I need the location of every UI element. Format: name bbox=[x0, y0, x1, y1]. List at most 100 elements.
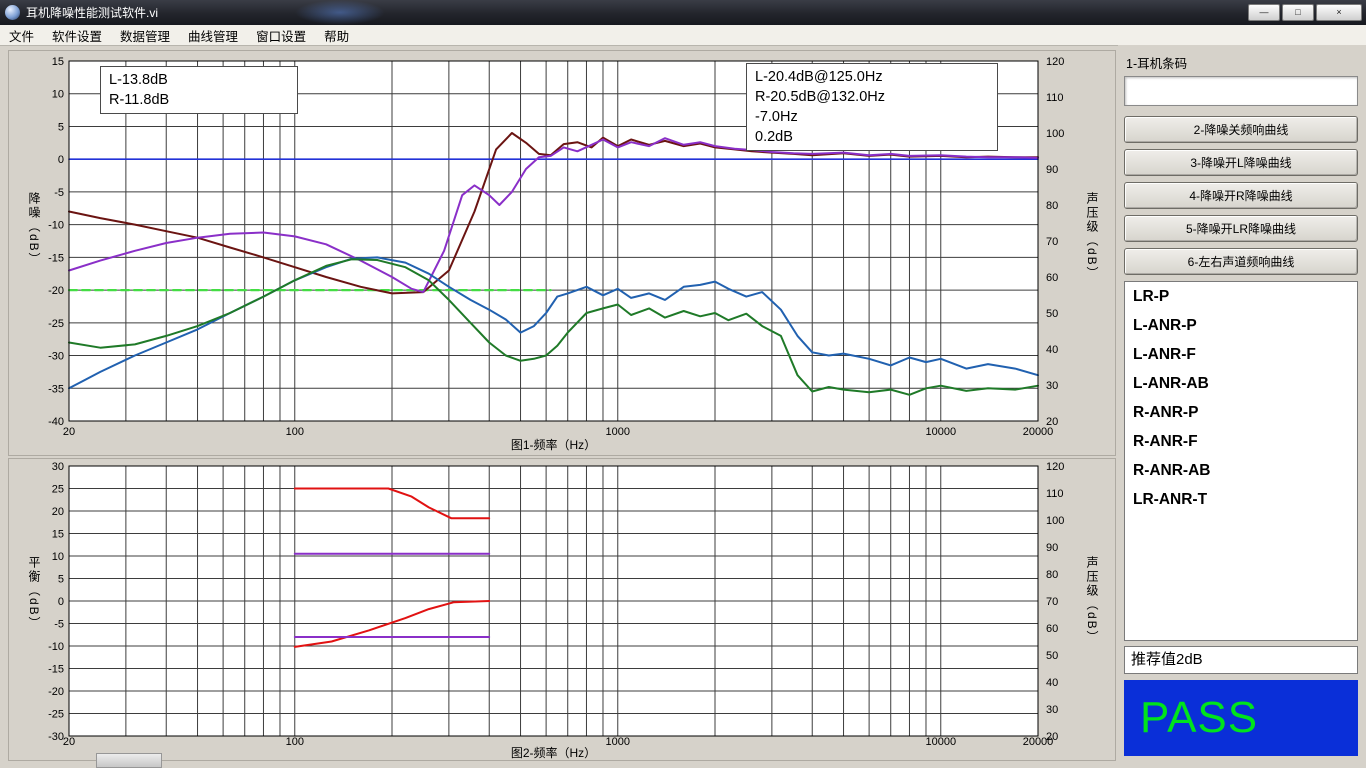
anc-on-left-curve-button[interactable]: 3-降噪开L降噪曲线 bbox=[1124, 149, 1358, 176]
tick-label: 15 bbox=[52, 56, 64, 68]
list-item[interactable]: LR-ANR-T bbox=[1125, 485, 1357, 514]
cursor-readout-line: 0.2dB bbox=[755, 127, 989, 147]
chart2-plot[interactable]: 302520151050-5-10-15-20-25-3012011010090… bbox=[9, 459, 1115, 760]
result-text: PASS bbox=[1140, 693, 1258, 743]
minimize-button[interactable]: — bbox=[1248, 4, 1280, 21]
menu-item-software-settings[interactable]: 软件设置 bbox=[43, 24, 111, 47]
tick-label: -15 bbox=[48, 664, 64, 676]
tick-label: 30 bbox=[1046, 380, 1058, 392]
anc-off-response-curve-button[interactable]: 2-降噪关频响曲线 bbox=[1124, 116, 1358, 143]
menu-item-curve-management[interactable]: 曲线管理 bbox=[179, 24, 247, 47]
cursor-readout-line: L-20.4dB@125.0Hz bbox=[755, 67, 989, 87]
menu-item-file[interactable]: 文件 bbox=[0, 24, 43, 47]
tick-label: 120 bbox=[1046, 461, 1064, 473]
tick-label: 10 bbox=[52, 551, 64, 563]
tick-label: 90 bbox=[1046, 164, 1058, 176]
cursor-readout-line: L-13.8dB bbox=[109, 70, 289, 90]
tick-label: -25 bbox=[48, 709, 64, 721]
tick-label: 10 bbox=[52, 89, 64, 101]
sidebar-buttons: 2-降噪关频响曲线 3-降噪开L降噪曲线 4-降噪开R降噪曲线 5-降噪开LR降噪曲线… bbox=[1124, 116, 1358, 275]
chart2-panel: 302520151050-5-10-15-20-25-3012011010090… bbox=[8, 458, 1116, 761]
tick-label: -10 bbox=[48, 641, 64, 653]
sidebar: 1-耳机条码 2-降噪关频响曲线 3-降噪开L降噪曲线 4-降噪开R降噪曲线 5-降噪… bbox=[1118, 45, 1366, 768]
close-button[interactable]: × bbox=[1316, 4, 1362, 21]
barcode-input[interactable] bbox=[1124, 76, 1358, 106]
tick-label: 50 bbox=[1046, 650, 1058, 662]
tick-label: 80 bbox=[1046, 569, 1058, 581]
lr-channel-response-curve-button[interactable]: 6-左右声道频响曲线 bbox=[1124, 248, 1358, 275]
tick-label: -40 bbox=[48, 416, 64, 428]
chart1-cursor-readout-left: L-13.8dBR-11.8dB bbox=[100, 66, 298, 114]
tick-label: 1000 bbox=[606, 736, 630, 748]
tick-label: -25 bbox=[48, 318, 64, 330]
tick-label: 20000 bbox=[1023, 736, 1054, 748]
tick-label: 120 bbox=[1046, 56, 1064, 68]
tick-label: 0 bbox=[58, 596, 64, 608]
tick-label: -5 bbox=[54, 187, 64, 199]
menu-item-window-settings[interactable]: 窗口设置 bbox=[247, 24, 315, 47]
anc-on-right-curve-button[interactable]: 4-降噪开R降噪曲线 bbox=[1124, 182, 1358, 209]
tick-label: 10000 bbox=[925, 736, 956, 748]
tick-label: 40 bbox=[1046, 344, 1058, 356]
maximize-button[interactable]: □ bbox=[1282, 4, 1314, 21]
taskbar-fragment[interactable] bbox=[96, 753, 162, 768]
list-item[interactable]: L-ANR-P bbox=[1125, 311, 1357, 340]
tick-label: 100 bbox=[286, 736, 304, 748]
tick-label: 20 bbox=[52, 506, 64, 518]
tick-label: 5 bbox=[58, 574, 64, 586]
tick-label: 110 bbox=[1046, 488, 1064, 500]
tick-label: -20 bbox=[48, 285, 64, 297]
tick-label: -30 bbox=[48, 351, 64, 363]
cursor-readout-line: -7.0Hz bbox=[755, 107, 989, 127]
window-title: 耳机降噪性能测试软件.vi bbox=[26, 4, 158, 21]
chart1-cursor-readout-right: L-20.4dB@125.0HzR-20.5dB@132.0Hz-7.0Hz0.… bbox=[746, 63, 998, 151]
tick-label: 60 bbox=[1046, 623, 1058, 635]
tick-label: 100 bbox=[1046, 515, 1064, 527]
tick-label: 100 bbox=[286, 426, 304, 438]
list-item[interactable]: R-ANR-F bbox=[1125, 427, 1357, 456]
curve-list: LR-PL-ANR-PL-ANR-FL-ANR-ABR-ANR-PR-ANR-F… bbox=[1124, 281, 1358, 641]
chart1-yaxis-label-left: 降噪（dB） bbox=[26, 192, 43, 267]
tick-label: 0 bbox=[58, 154, 64, 166]
x-axis-title: 图1-频率（Hz） bbox=[511, 437, 596, 452]
list-item[interactable]: R-ANR-AB bbox=[1125, 456, 1357, 485]
tick-label: 5 bbox=[58, 121, 64, 133]
tick-label: 60 bbox=[1046, 272, 1058, 284]
cursor-readout-line: R-20.5dB@132.0Hz bbox=[755, 87, 989, 107]
list-item[interactable]: L-ANR-AB bbox=[1125, 369, 1357, 398]
tick-label: 30 bbox=[1046, 704, 1058, 716]
window-controls: — □ × bbox=[1248, 4, 1362, 21]
menu-item-data-management[interactable]: 数据管理 bbox=[111, 24, 179, 47]
list-item[interactable]: R-ANR-P bbox=[1125, 398, 1357, 427]
tick-label: -35 bbox=[48, 383, 64, 395]
tick-label: -20 bbox=[48, 686, 64, 698]
menu-bar: 文件软件设置数据管理曲线管理窗口设置帮助 bbox=[0, 25, 1366, 46]
anc-on-lr-curve-button[interactable]: 5-降噪开LR降噪曲线 bbox=[1124, 215, 1358, 242]
result-panel: PASS bbox=[1124, 680, 1358, 756]
tick-label: 40 bbox=[1046, 677, 1058, 689]
tick-label: 100 bbox=[1046, 128, 1064, 140]
chart2-yaxis-label-right: 声压级（dB） bbox=[1084, 556, 1101, 645]
tick-label: 20 bbox=[63, 736, 75, 748]
tick-label: 70 bbox=[1046, 236, 1058, 248]
tick-label: 30 bbox=[52, 461, 64, 473]
chart2-yaxis-label-left: 平衡（dB） bbox=[26, 556, 43, 631]
tick-label: 1000 bbox=[606, 426, 630, 438]
app-window: 耳机降噪性能测试软件.vi — □ × 文件软件设置数据管理曲线管理窗口设置帮助… bbox=[0, 0, 1366, 768]
tick-label: 110 bbox=[1046, 92, 1064, 104]
tick-label: 10000 bbox=[925, 426, 956, 438]
tick-label: -30 bbox=[48, 731, 64, 743]
tick-label: 25 bbox=[52, 484, 64, 496]
menu-item-help[interactable]: 帮助 bbox=[315, 24, 358, 47]
tick-label: -5 bbox=[54, 619, 64, 631]
x-axis-title: 图2-频率（Hz） bbox=[511, 745, 596, 760]
tick-label: 20000 bbox=[1023, 426, 1054, 438]
titlebar[interactable]: 耳机降噪性能测试软件.vi — □ × bbox=[0, 0, 1366, 25]
recommend-value: 推荐值2dB bbox=[1124, 646, 1358, 674]
list-item[interactable]: L-ANR-F bbox=[1125, 340, 1357, 369]
cursor-readout-line: R-11.8dB bbox=[109, 90, 289, 110]
list-item[interactable]: LR-P bbox=[1125, 282, 1357, 311]
tick-label: 50 bbox=[1046, 308, 1058, 320]
barcode-label: 1-耳机条码 bbox=[1126, 53, 1358, 72]
tick-label: 70 bbox=[1046, 596, 1058, 608]
